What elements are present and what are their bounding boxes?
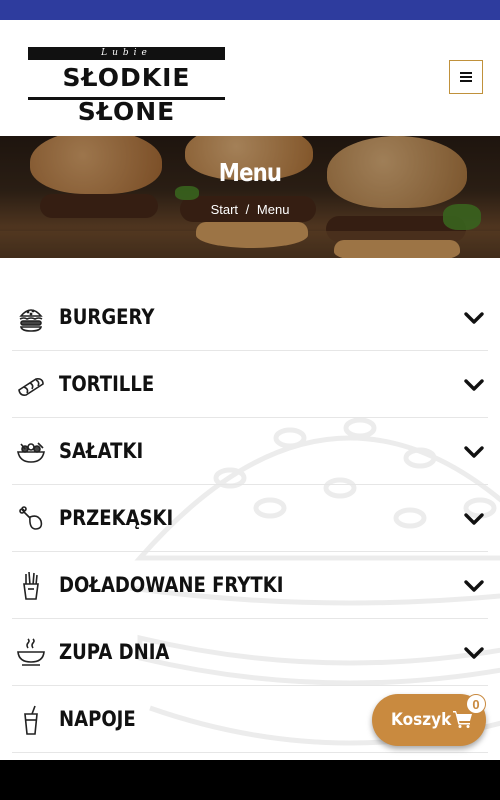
drumstick-icon [19,506,43,530]
category-zupa-dnia[interactable]: ZUPA DNIA [12,619,488,686]
chevron-down-icon[interactable] [462,306,486,330]
breadcrumb-current: Menu [256,202,290,217]
salad-icon [17,442,45,463]
logo-tagline: Lubie [101,48,152,58]
category-label: NAPOJE [59,707,136,731]
category-label: SAŁATKI [59,439,144,463]
chevron-down-icon[interactable] [462,507,486,531]
hamburger-icon [460,72,472,82]
bottom-bar [0,760,500,800]
top-strip [0,0,500,20]
breadcrumb-separator: / [245,202,250,217]
burger-icon [19,309,43,332]
cart-icon [453,711,472,728]
category-tortille[interactable]: TORTILLE [12,351,488,418]
logo-text: SŁODKIE SŁONE [62,63,191,126]
category-salatki[interactable]: SAŁATKI [12,418,488,485]
tortilla-icon [18,378,44,396]
fries-icon [23,571,39,600]
category-przekaski[interactable]: PRZEKĄSKI [12,485,488,552]
chevron-down-icon[interactable] [462,641,486,665]
category-label: PRZEKĄSKI [59,506,174,530]
logo[interactable]: Lubie SŁODKIE SŁONE [28,47,225,126]
category-label: TORTILLE [59,372,155,396]
category-doladowane-frytki[interactable]: DOŁADOWANE FRYTKI [12,552,488,619]
page-title: Menu [218,158,282,187]
breadcrumb-home-link[interactable]: Start [211,202,238,217]
cart-count-badge: 0 [466,694,486,714]
menu-categories: BURGERY TORTILLE SAŁATKI PRZEKĄSKI DOŁAD… [0,258,500,760]
chevron-down-icon[interactable] [462,440,486,464]
chevron-down-icon[interactable] [462,373,486,397]
drink-icon [24,705,38,735]
category-burgery[interactable]: BURGERY [12,284,488,351]
chevron-down-icon[interactable] [462,574,486,598]
category-label: ZUPA DNIA [59,640,170,664]
menu-toggle-button[interactable] [449,60,483,94]
breadcrumb: Start / Menu [0,202,500,217]
category-label: DOŁADOWANE FRYTKI [59,573,284,597]
soup-icon [17,638,45,666]
logo-tagline-bar: Lubie [28,47,225,60]
category-label: BURGERY [59,305,155,329]
logo-underline [28,97,225,100]
hero-banner: Menu Start / Menu [0,136,500,258]
cart-label: Koszyk [391,710,452,730]
site-header: Lubie SŁODKIE SŁONE [0,20,500,136]
